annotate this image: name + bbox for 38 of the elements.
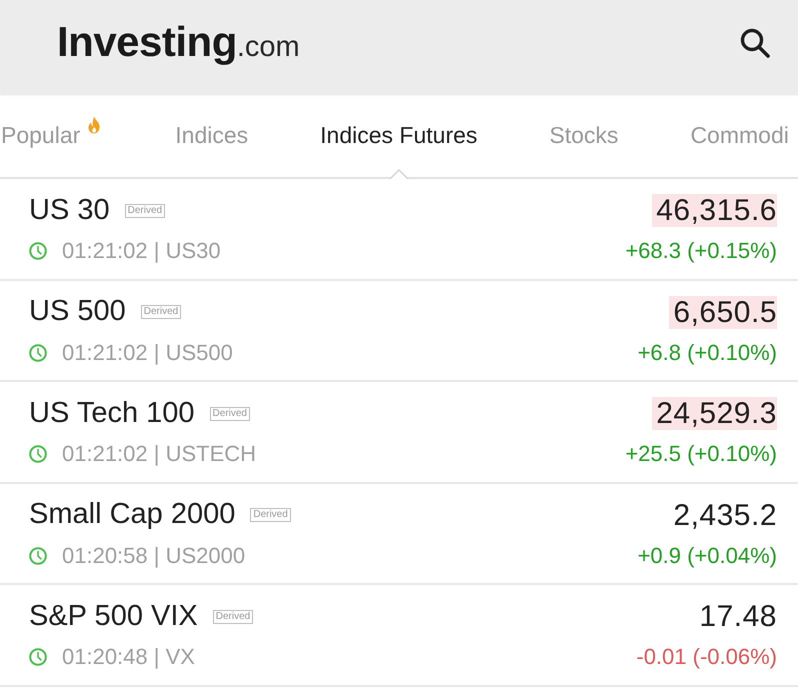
brand-logo: Investing.com — [57, 21, 300, 63]
price-change: +6.8 (+0.10%) — [638, 338, 777, 366]
instrument-name: US 30 — [29, 194, 110, 226]
price-change: -0.01 (-0.06%) — [636, 643, 777, 671]
derived-tag: Derived — [212, 610, 254, 624]
last-price: 2,435.2 — [672, 498, 777, 532]
price-change: +68.3 (+0.15%) — [625, 237, 777, 265]
derived-tag: Derived — [210, 406, 250, 420]
clock-icon — [29, 445, 47, 463]
derived-tag: Derived — [250, 508, 291, 522]
clock-icon — [29, 242, 47, 260]
last-price: 24,529.3 — [652, 397, 777, 430]
instrument-name: Small Cap 2000 — [29, 498, 236, 531]
update-time-symbol: 01:21:02 | US500 — [62, 340, 233, 366]
derived-tag: Derived — [124, 204, 166, 218]
last-price: 17.48 — [698, 600, 777, 633]
update-time-symbol: 01:20:48 | VX — [62, 644, 195, 670]
last-price: 6,650.5 — [669, 296, 777, 328]
category-tab[interactable]: Stocks — [549, 94, 618, 177]
search-icon — [739, 27, 771, 59]
instrument-name: US 500 — [29, 295, 126, 328]
update-time-symbol: 01:20:58 | US2000 — [62, 542, 246, 568]
clock-icon — [29, 344, 47, 362]
update-time-symbol: 01:21:02 | US30 — [62, 238, 221, 264]
search-button[interactable] — [738, 26, 772, 60]
instrument-name: S&P 500 VIX — [29, 600, 198, 632]
category-tab[interactable]: Indices — [175, 94, 248, 177]
category-tab[interactable]: Popular — [1, 94, 104, 177]
category-tab[interactable]: Indices Futures — [320, 94, 478, 177]
price-change: +0.9 (+0.04%) — [638, 542, 777, 570]
update-time-symbol: 01:21:02 | USTECH — [62, 441, 256, 467]
price-change: +25.5 (+0.10%) — [625, 440, 777, 468]
clock-icon — [29, 546, 47, 564]
clock-icon — [29, 648, 47, 666]
last-price: 46,315.6 — [652, 194, 777, 227]
instrument-name: US Tech 100 — [29, 396, 195, 430]
category-tab[interactable]: Commodi — [690, 94, 789, 177]
derived-tag: Derived — [140, 305, 182, 319]
